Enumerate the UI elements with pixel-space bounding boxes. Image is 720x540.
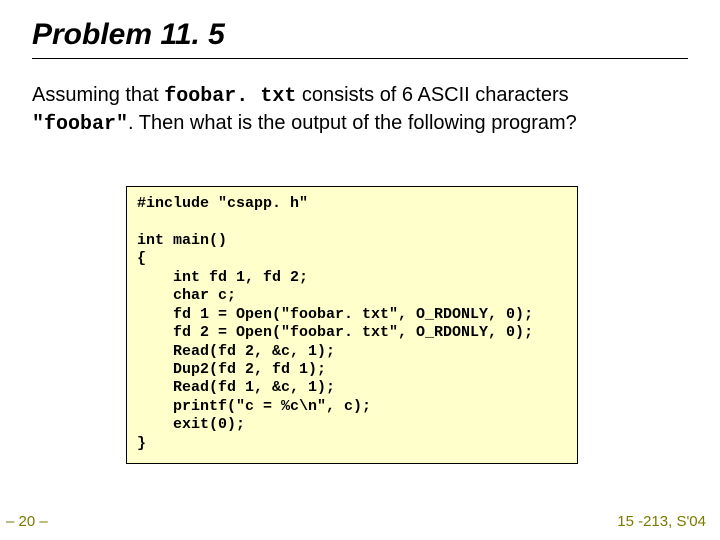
prompt-text-2: consists of 6 ASCII characters [296,84,568,106]
problem-prompt: Assuming that foobar. txt consists of 6 … [32,82,672,138]
course-footer: 15 -213, S'04 [617,513,706,530]
page-title: Problem 11. 5 [32,18,225,52]
page-number: – 20 – [6,513,48,530]
prompt-text-1: Assuming that [32,84,164,106]
title-underline [32,58,688,59]
code-block: #include "csapp. h" int main() { int fd … [126,186,578,464]
prompt-text-3: . Then what is the output of the followi… [128,112,577,134]
prompt-literal: "foobar" [32,113,128,136]
prompt-filename: foobar. txt [164,85,296,108]
